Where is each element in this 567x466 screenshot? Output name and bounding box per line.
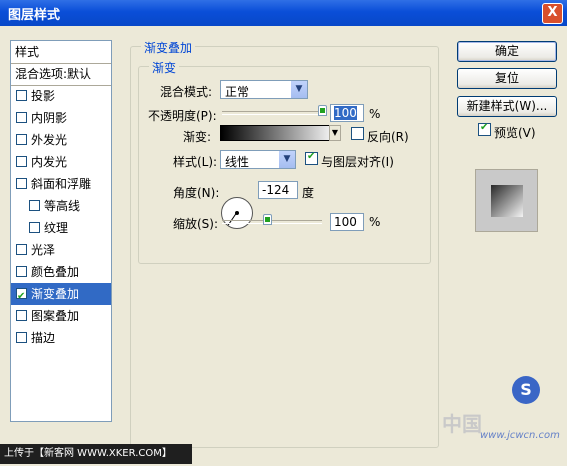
gradient-dropdown-arrow[interactable]: ▼ (329, 125, 341, 141)
preview-swatch (491, 185, 523, 217)
style-item-checkbox[interactable] (16, 156, 27, 167)
watermark-site: www.jcwcn.com (480, 430, 560, 441)
style-list: 样式 混合选项:默认 投影内阴影外发光内发光斜面和浮雕等高线纹理光泽颜色叠加渐变… (10, 40, 112, 422)
opacity-input[interactable]: 100 (330, 104, 364, 122)
close-button[interactable]: X (542, 3, 563, 24)
style-item-checkbox[interactable] (29, 222, 40, 233)
align-layer-label: 与图层对齐(I) (321, 155, 394, 169)
style-select[interactable]: 线性 ▼ (220, 150, 296, 169)
opacity-slider-track[interactable] (222, 111, 322, 115)
preview-label: 预览(V) (494, 126, 536, 140)
scale-input[interactable]: 100 (330, 213, 364, 231)
style-list-item[interactable]: 纹理 (11, 217, 111, 239)
style-list-item[interactable]: 斜面和浮雕 (11, 173, 111, 195)
group-title: 渐变叠加 (141, 39, 196, 56)
watermark-logo-icon: S (512, 376, 540, 404)
angle-center-dot (235, 211, 239, 215)
chevron-down-icon: ▼ (278, 151, 295, 168)
close-icon: X (547, 5, 558, 20)
window-title: 图层样式 (8, 8, 61, 23)
style-item-checkbox[interactable] (16, 286, 27, 308)
style-list-item[interactable]: 颜色叠加 (11, 261, 111, 283)
opacity-label: 不透明度(P): (148, 109, 217, 123)
style-list-item[interactable]: 内发光 (11, 151, 111, 173)
style-list-item[interactable]: 投影 (11, 85, 111, 107)
reset-button[interactable]: 复位 (457, 68, 557, 89)
style-item-checkbox[interactable] (16, 266, 27, 277)
scale-slider-track[interactable] (222, 220, 322, 224)
style-item-label: 描边 (31, 331, 56, 345)
opacity-unit: % (369, 107, 381, 121)
style-item-label: 渐变叠加 (31, 287, 80, 301)
style-item-checkbox[interactable] (16, 332, 27, 343)
style-list-item[interactable]: 内阴影 (11, 107, 111, 129)
style-list-item[interactable]: 等高线 (11, 195, 111, 217)
scale-label: 缩放(S): (173, 217, 219, 231)
reverse-checkbox[interactable] (351, 127, 364, 140)
ok-button[interactable]: 确定 (457, 41, 557, 62)
style-list-header[interactable]: 样式 (11, 41, 111, 64)
new-style-button[interactable]: 新建样式(W)... (457, 96, 557, 117)
scale-unit: % (369, 215, 381, 229)
style-list-item[interactable]: 描边 (11, 327, 111, 349)
angle-unit: 度 (302, 186, 315, 200)
watermark: 中国 S www.jcwcn.com (440, 358, 560, 453)
chevron-down-icon: ▼ (290, 81, 307, 98)
style-item-label: 颜色叠加 (31, 265, 80, 279)
title-bar: 图层样式 X (0, 0, 567, 26)
upload-footer: 上传于【新客网 WWW.XKER.COM】 (0, 444, 192, 464)
reverse-label: 反向(R) (367, 130, 409, 144)
angle-input[interactable]: -124 (258, 181, 298, 199)
angle-label: 角度(N): (173, 186, 220, 200)
style-list-item[interactable]: 外发光 (11, 129, 111, 151)
style-item-checkbox[interactable] (16, 244, 27, 255)
style-item-checkbox[interactable] (16, 178, 27, 189)
watermark-zh: 中国 (442, 412, 482, 436)
style-item-checkbox[interactable] (16, 134, 27, 145)
subgroup-title: 渐变 (149, 59, 180, 76)
style-item-checkbox[interactable] (16, 310, 27, 321)
scale-slider-thumb[interactable] (263, 214, 272, 225)
align-layer-checkbox[interactable] (305, 151, 318, 165)
style-item-label: 斜面和浮雕 (31, 177, 92, 191)
style-item-label: 投影 (31, 89, 56, 103)
gradient-label: 渐变: (183, 130, 212, 144)
gradient-picker[interactable] (220, 125, 338, 141)
style-item-label: 内阴影 (31, 111, 68, 125)
blend-options-item[interactable]: 混合选项:默认 (11, 63, 111, 86)
style-label: 样式(L): (173, 155, 218, 169)
style-item-checkbox[interactable] (29, 200, 40, 211)
style-item-label: 外发光 (31, 133, 68, 147)
style-item-label: 图案叠加 (31, 309, 80, 323)
preview-checkbox[interactable] (478, 122, 491, 136)
style-item-label: 光泽 (31, 243, 56, 257)
style-item-label: 等高线 (44, 199, 81, 213)
opacity-slider-thumb[interactable] (318, 105, 327, 116)
style-list-item[interactable]: 图案叠加 (11, 305, 111, 327)
style-list-item[interactable]: 渐变叠加 (11, 283, 111, 308)
blend-mode-select[interactable]: 正常 ▼ (220, 80, 308, 99)
angle-dial[interactable] (221, 197, 253, 229)
style-item-label: 内发光 (31, 155, 68, 169)
style-item-checkbox[interactable] (16, 112, 27, 123)
style-preview (475, 169, 538, 232)
style-item-label: 纹理 (44, 221, 69, 235)
style-item-checkbox[interactable] (16, 90, 27, 101)
style-list-item[interactable]: 光泽 (11, 239, 111, 261)
blend-mode-label: 混合模式: (160, 85, 213, 99)
